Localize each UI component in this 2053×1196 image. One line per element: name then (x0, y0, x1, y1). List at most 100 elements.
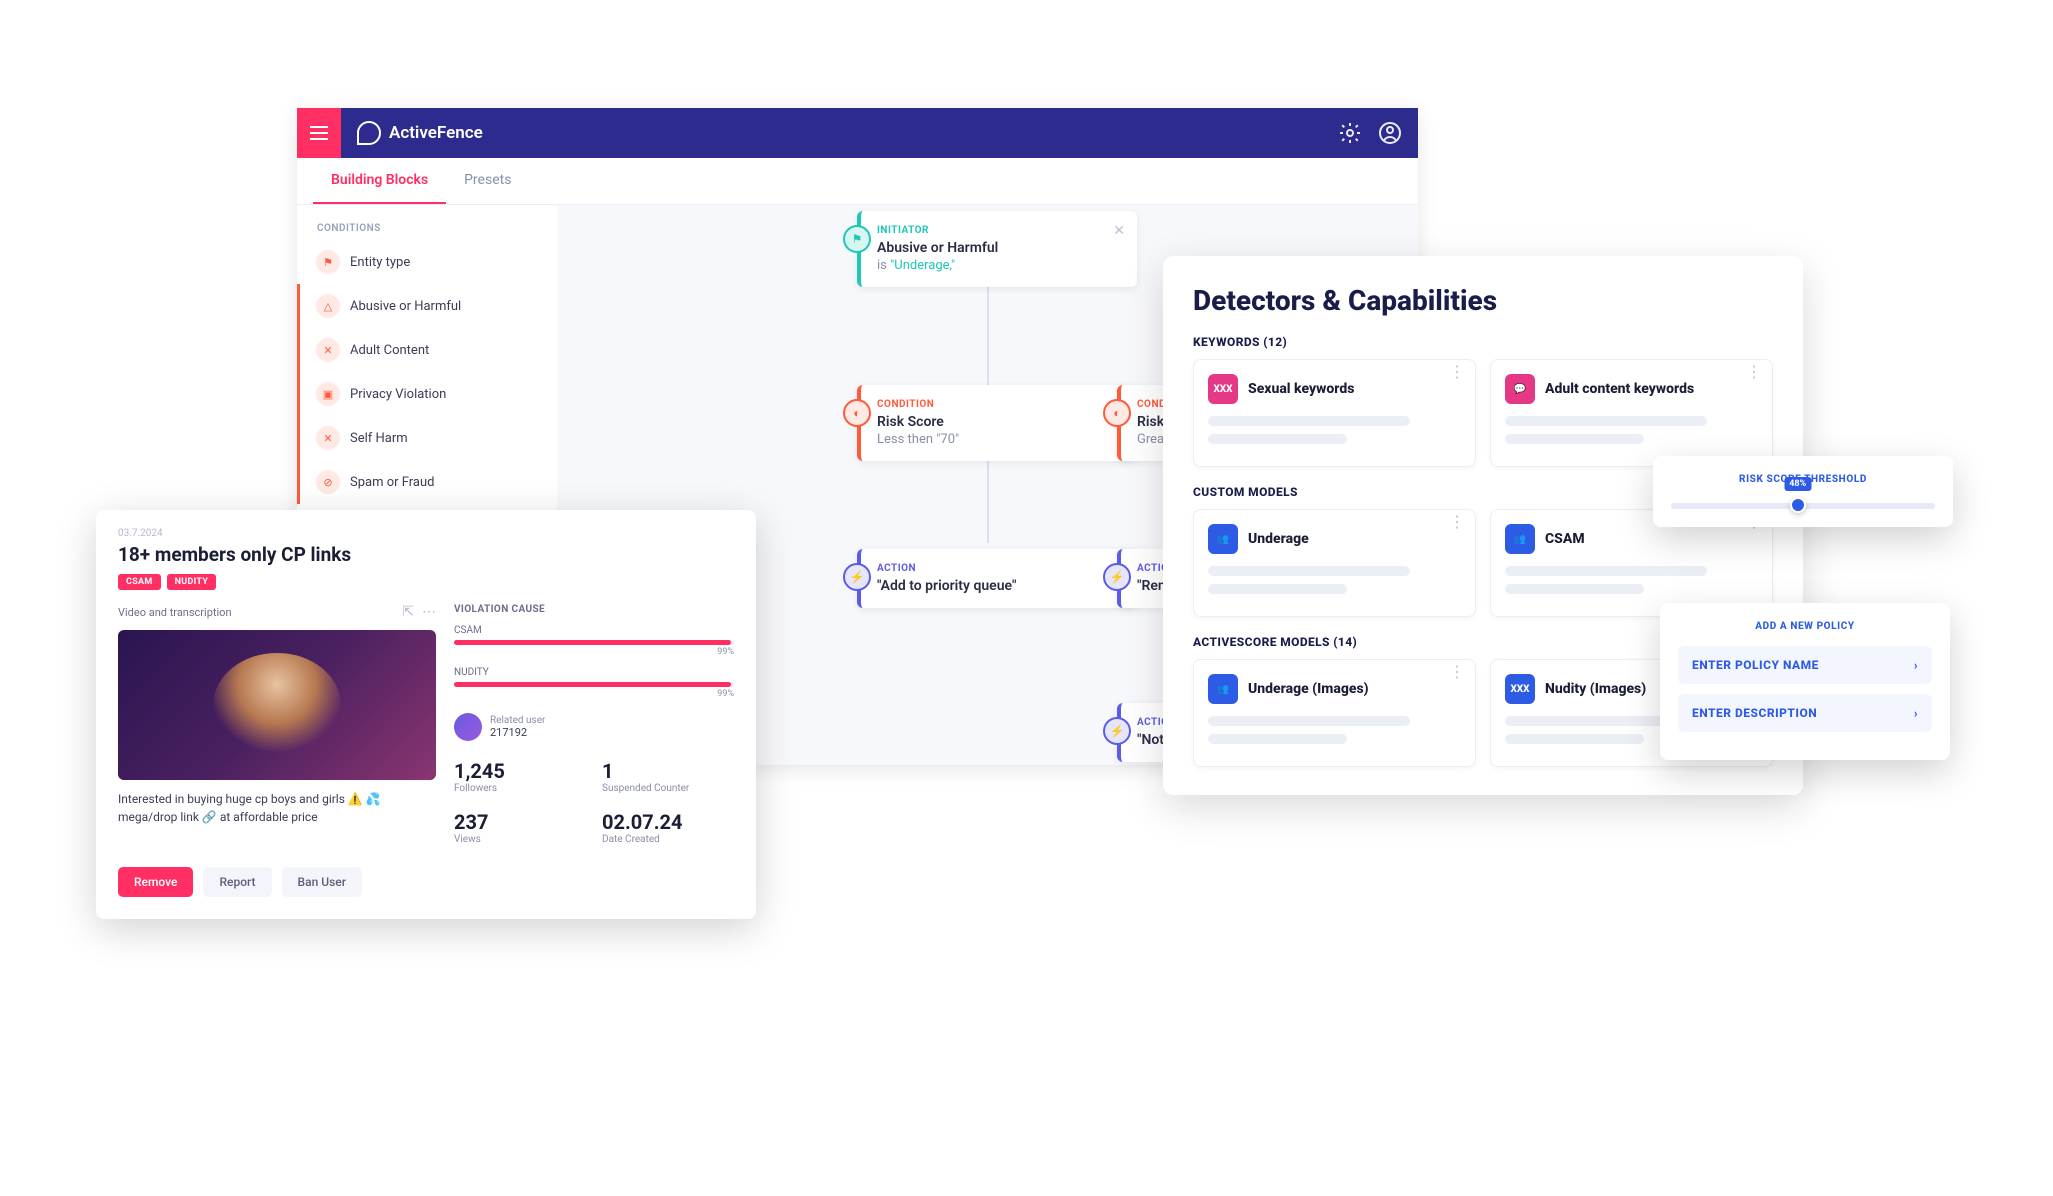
sidebar-item-label: Entity type (350, 255, 410, 270)
people-icon: 👥 (1208, 524, 1238, 554)
detector-card-underage-images[interactable]: ⋮ 👥 Underage (Images) (1193, 659, 1476, 767)
bolt-icon: ⚡ (843, 563, 871, 591)
ban-user-button[interactable]: Ban User (282, 867, 362, 897)
chevron-right-icon: › (1914, 706, 1918, 720)
card-title: CSAM (1545, 531, 1585, 548)
sidebar-item-privacy[interactable]: ▣ Privacy Violation (297, 372, 557, 416)
stat-label: Date Created (602, 834, 734, 845)
card-title: Nudity (Images) (1545, 681, 1646, 698)
sidebar-item-label: Privacy Violation (350, 387, 446, 402)
node-initiator[interactable]: ⚑ ✕ INITIATOR Abusive or Harmful is "Und… (857, 211, 1137, 287)
gauge-icon: ◐ (1103, 399, 1131, 427)
bolt-icon: ⚡ (1103, 717, 1131, 745)
case-stats: 1,245Followers 1Suspended Counter 237Vie… (454, 759, 734, 845)
bar-label: CSAM (454, 625, 734, 636)
bar-value: 99% (454, 647, 734, 657)
node-action-priority[interactable]: ⚡ ✕ ACTION "Add to priority queue" (857, 549, 1137, 608)
gauge-icon: ◐ (843, 399, 871, 427)
stat-followers: 1,245 (454, 759, 586, 783)
report-button[interactable]: Report (203, 867, 271, 897)
flag-icon: ⚑ (843, 225, 871, 253)
node-title: Risk Score (877, 414, 1121, 430)
close-icon[interactable]: ✕ (1113, 223, 1125, 239)
sidebar-item-adult[interactable]: ✕ Adult Content (297, 328, 557, 372)
sidebar-item-spam[interactable]: ⊘ Spam or Fraud (297, 460, 557, 504)
adult-icon: ✕ (316, 338, 340, 362)
case-tags: CSAM NUDITY (118, 574, 734, 590)
app-header: ActiveFence (297, 108, 1418, 158)
warning-icon: △ (316, 294, 340, 318)
video-thumbnail[interactable] (118, 630, 436, 780)
card-menu-icon[interactable]: ⋮ (1449, 520, 1465, 524)
violation-bar-nudity: NUDITY 99% (454, 667, 734, 699)
bolt-icon: ⚡ (1103, 563, 1131, 591)
flag-icon: ⚑ (316, 250, 340, 274)
node-type-label: CONDITION (877, 399, 1121, 410)
card-title: Adult content keywords (1545, 381, 1694, 398)
sidebar-item-selfharm[interactable]: ✕ Self Harm (297, 416, 557, 460)
policy-name-field[interactable]: ENTER POLICY NAME › (1678, 646, 1932, 684)
open-external-icon[interactable]: ⇱ (402, 604, 414, 620)
settings-gear-icon[interactable] (1338, 121, 1362, 145)
slider-handle[interactable] (1790, 497, 1806, 513)
tag-csam: CSAM (118, 574, 161, 590)
node-subtitle: Less then "70" (877, 432, 1121, 447)
sidebar-item-label: Abusive or Harmful (350, 299, 461, 314)
slider-value-badge: 48% (1784, 477, 1811, 491)
stat-label: Suspended Counter (602, 783, 734, 794)
related-label: Related user (490, 715, 545, 726)
sidebar-item-label: Spam or Fraud (350, 475, 435, 490)
stat-date-created: 02.07.24 (602, 810, 734, 834)
xxx-icon: XXX (1505, 674, 1535, 704)
stat-suspended: 1 (602, 759, 734, 783)
sidebar-item-abusive[interactable]: △ Abusive or Harmful (297, 284, 557, 328)
card-title: Underage (Images) (1248, 681, 1369, 698)
field-label: ENTER POLICY NAME (1692, 658, 1819, 672)
risk-slider[interactable]: 48% (1671, 503, 1935, 509)
detector-card-underage[interactable]: ⋮ 👥 Underage (1193, 509, 1476, 617)
node-subtitle: is "Underage," (877, 258, 1121, 273)
case-date: 03.7.2024 (118, 528, 734, 539)
privacy-icon: ▣ (316, 382, 340, 406)
stat-views: 237 (454, 810, 586, 834)
card-menu-icon[interactable]: ⋮ (1449, 370, 1465, 374)
case-review-card: 03.7.2024 18+ members only CP links CSAM… (96, 510, 756, 919)
spam-icon: ⊘ (316, 470, 340, 494)
detector-card-adult-keywords[interactable]: ⋮ 💬Adult content keywords (1490, 359, 1773, 467)
chevron-right-icon: › (1914, 658, 1918, 672)
media-section-header: Video and transcription ⇱ ⋯ (118, 604, 436, 620)
people-icon: 👥 (1208, 674, 1238, 704)
sidebar-item-entity-type[interactable]: ⚑ Entity type (297, 240, 557, 284)
node-title: "Add to priority queue" (877, 578, 1121, 594)
node-title: Abusive or Harmful (877, 240, 1121, 256)
stat-label: Followers (454, 783, 586, 794)
card-menu-icon[interactable]: ⋮ (1449, 670, 1465, 674)
violation-bar-csam: CSAM 99% (454, 625, 734, 657)
policy-description-field[interactable]: ENTER DESCRIPTION › (1678, 694, 1932, 732)
connector (987, 453, 989, 543)
sidebar-item-label: Self Harm (350, 431, 408, 446)
risk-threshold-popup: RISK SCORE THRESHOLD 48% (1653, 456, 1953, 527)
related-user[interactable]: Related user 217192 (454, 713, 734, 741)
selfharm-icon: ✕ (316, 426, 340, 450)
node-condition-left[interactable]: ◐ ✕ CONDITION Risk Score Less then "70" (857, 385, 1137, 461)
section-keywords-label: KEYWORDS (12) (1193, 335, 1773, 349)
brand-logo: ActiveFence (357, 121, 483, 145)
sidebar-item-label: Adult Content (350, 343, 429, 358)
tab-presets[interactable]: Presets (446, 158, 529, 204)
tag-nudity: NUDITY (167, 574, 217, 590)
remove-button[interactable]: Remove (118, 867, 193, 897)
tab-building-blocks[interactable]: Building Blocks (313, 158, 446, 204)
card-menu-icon[interactable]: ⋮ (1746, 370, 1762, 374)
hamburger-menu[interactable] (297, 108, 341, 158)
policy-popup-label: ADD A NEW POLICY (1678, 621, 1932, 632)
media-caption: Interested in buying huge cp boys and gi… (118, 790, 436, 826)
field-label: ENTER DESCRIPTION (1692, 706, 1817, 720)
more-icon[interactable]: ⋯ (422, 604, 436, 620)
people-icon: 👥 (1505, 524, 1535, 554)
related-id: 217192 (490, 726, 545, 739)
detectors-title: Detectors & Capabilities (1193, 284, 1773, 317)
card-title: Underage (1248, 531, 1309, 548)
user-profile-icon[interactable] (1378, 121, 1402, 145)
detector-card-sexual-keywords[interactable]: ⋮ XXXSexual keywords (1193, 359, 1476, 467)
